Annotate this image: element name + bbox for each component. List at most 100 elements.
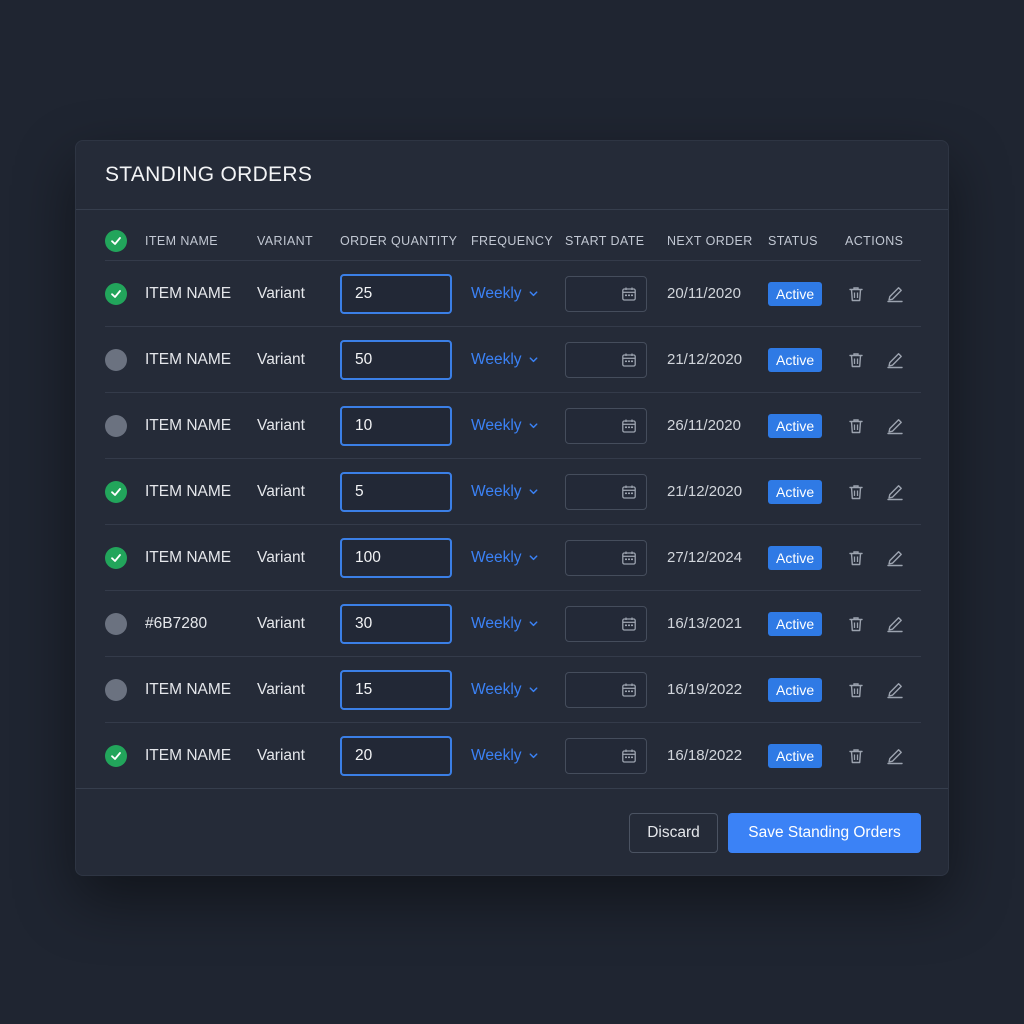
discard-button[interactable]: Discard <box>629 813 718 853</box>
trash-icon <box>849 484 863 499</box>
col-header-order-quantity[interactable]: ORDER QUANTITY <box>340 221 466 260</box>
table-row[interactable]: ITEM NAME Variant Weekly 16/19/2022 Active <box>105 657 921 723</box>
item-name: ITEM NAME <box>145 746 232 764</box>
calendar-icon[interactable] <box>621 484 637 500</box>
row-checkbox[interactable] <box>105 612 127 635</box>
col-header-variant[interactable]: VARIANT <box>257 221 339 260</box>
start-date-picker[interactable] <box>565 539 647 576</box>
trash-icon <box>849 682 863 697</box>
frequency-dropdown[interactable]: Weekly <box>471 549 539 567</box>
order-quantity-input[interactable] <box>340 405 452 446</box>
calendar-icon[interactable] <box>621 550 637 566</box>
frequency-dropdown[interactable]: Weekly <box>471 747 539 765</box>
order-quantity-input[interactable] <box>340 273 452 314</box>
edit-button[interactable] <box>885 548 905 568</box>
frequency-dropdown[interactable]: Weekly <box>471 681 539 699</box>
frequency-dropdown[interactable]: Weekly <box>471 417 539 435</box>
order-quantity-input[interactable] <box>340 471 452 512</box>
col-header-next-order[interactable]: NEXT ORDER <box>667 221 767 260</box>
delete-button[interactable] <box>847 351 865 369</box>
table-row[interactable]: #6B7280 Variant Weekly 16/13/2021 Active <box>105 591 921 657</box>
delete-button[interactable] <box>847 285 865 303</box>
calendar-icon[interactable] <box>621 418 637 434</box>
order-quantity-input[interactable] <box>340 537 452 578</box>
edit-button[interactable] <box>885 350 905 370</box>
order-quantity-input[interactable] <box>340 669 452 710</box>
trash-icon <box>849 616 863 631</box>
row-checkbox[interactable] <box>105 348 127 371</box>
delete-button[interactable] <box>847 483 865 501</box>
row-select-cell <box>105 591 135 656</box>
edit-button[interactable] <box>885 482 905 502</box>
start-date-picker[interactable] <box>565 605 647 642</box>
frequency-dropdown[interactable]: Weekly <box>471 285 539 303</box>
row-checkbox[interactable] <box>105 546 127 569</box>
delete-button[interactable] <box>847 747 865 765</box>
start-date-picker[interactable] <box>565 473 647 510</box>
row-checkbox[interactable] <box>105 678 127 701</box>
item-variant: Variant <box>257 482 305 500</box>
status-cell: Active <box>768 723 840 788</box>
frequency-cell: Weekly <box>471 393 563 458</box>
frequency-cell: Weekly <box>471 261 563 326</box>
row-checkbox[interactable] <box>105 744 127 767</box>
table-row[interactable]: ITEM NAME Variant Weekly 26/11/2020 Active <box>105 393 921 459</box>
row-select-cell <box>105 393 135 458</box>
start-date-picker[interactable] <box>565 671 647 708</box>
status-badge: Active <box>768 479 823 504</box>
item-variant: Variant <box>257 680 305 698</box>
chevron-down-icon <box>529 555 537 561</box>
edit-button[interactable] <box>885 416 905 436</box>
trash-icon <box>849 550 863 565</box>
next-order-date: 21/12/2020 <box>667 483 743 500</box>
start-date-picker[interactable] <box>565 737 647 774</box>
col-header-frequency[interactable]: FREQUENCY <box>471 221 563 260</box>
start-date-picker[interactable] <box>565 275 647 312</box>
calendar-icon[interactable] <box>621 682 637 698</box>
order-quantity-input[interactable] <box>340 339 452 380</box>
edit-button[interactable] <box>885 680 905 700</box>
frequency-cell: Weekly <box>471 723 563 788</box>
table-row[interactable]: ITEM NAME Variant Weekly 21/12/2020 Active <box>105 459 921 525</box>
table-row[interactable]: ITEM NAME Variant Weekly 16/18/2022 Active <box>105 723 921 789</box>
status-badge: Active <box>768 743 823 768</box>
select-all-checkbox[interactable] <box>105 229 127 252</box>
start-date-picker[interactable] <box>565 341 647 378</box>
save-standing-orders-button[interactable]: Save Standing Orders <box>728 813 921 853</box>
delete-button[interactable] <box>847 615 865 633</box>
panel-title: STANDING ORDERS <box>105 163 313 186</box>
delete-button[interactable] <box>847 549 865 567</box>
order-quantity-input[interactable] <box>340 735 452 776</box>
check-icon <box>111 289 121 298</box>
col-header-start-date[interactable]: START DATE <box>565 221 665 260</box>
calendar-icon[interactable] <box>621 286 637 302</box>
col-header-item-name[interactable]: ITEM NAME <box>145 221 255 260</box>
item-variant: Variant <box>257 548 305 566</box>
table-row[interactable]: ITEM NAME Variant Weekly 21/12/2020 Active <box>105 327 921 393</box>
table-row[interactable]: ITEM NAME Variant Weekly 20/11/2020 Active <box>105 261 921 327</box>
next-order-date: 20/11/2020 <box>667 285 741 302</box>
table-header: ITEM NAME VARIANT ORDER QUANTITY FREQUEN… <box>105 221 921 261</box>
edit-button[interactable] <box>885 746 905 766</box>
row-select-cell <box>105 657 135 722</box>
item-variant: Variant <box>257 746 305 764</box>
actions-cell <box>845 723 921 788</box>
delete-button[interactable] <box>847 417 865 435</box>
frequency-dropdown[interactable]: Weekly <box>471 483 539 501</box>
frequency-dropdown[interactable]: Weekly <box>471 351 539 369</box>
calendar-icon[interactable] <box>621 748 637 764</box>
row-checkbox[interactable] <box>105 480 127 503</box>
table-row[interactable]: ITEM NAME Variant Weekly 27/12/2024 Active <box>105 525 921 591</box>
calendar-icon[interactable] <box>621 616 637 632</box>
order-quantity-input[interactable] <box>340 603 452 644</box>
edit-button[interactable] <box>885 614 905 634</box>
frequency-dropdown[interactable]: Weekly <box>471 615 539 633</box>
row-checkbox[interactable] <box>105 282 127 305</box>
title-divider <box>76 209 948 210</box>
row-checkbox[interactable] <box>105 414 127 437</box>
calendar-icon[interactable] <box>621 352 637 368</box>
edit-button[interactable] <box>885 284 905 304</box>
delete-button[interactable] <box>847 681 865 699</box>
col-header-status[interactable]: STATUS <box>768 221 840 260</box>
start-date-picker[interactable] <box>565 407 647 444</box>
